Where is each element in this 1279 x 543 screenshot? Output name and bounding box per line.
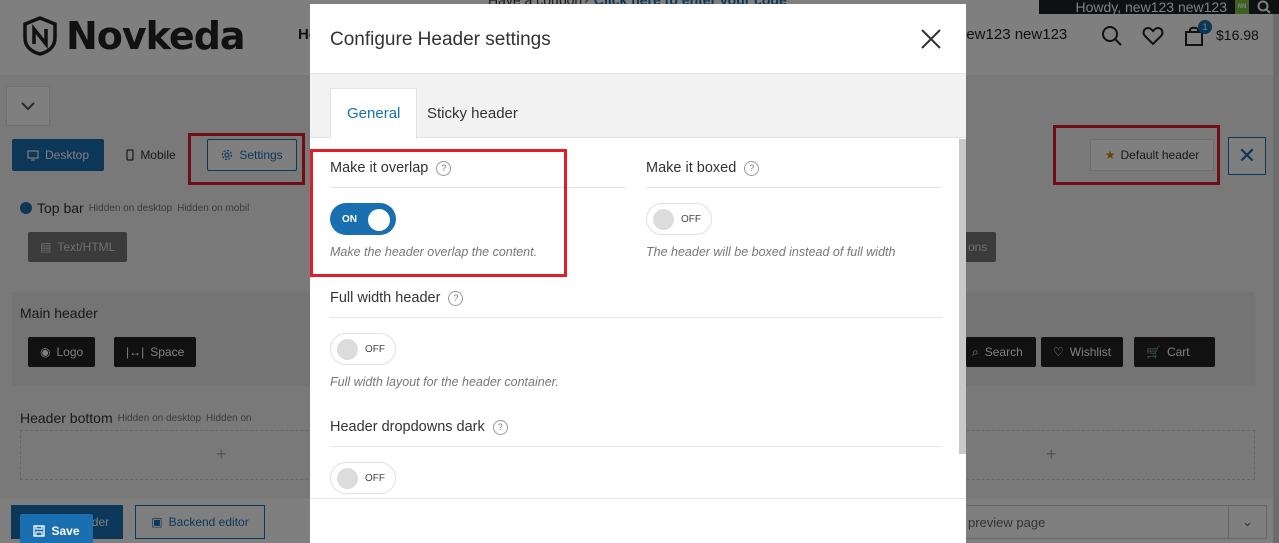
divider	[330, 317, 942, 318]
toggle-state-label: OFF	[365, 343, 385, 355]
save-label: Save	[51, 524, 80, 538]
toggle-knob	[337, 339, 358, 360]
modal-title: Configure Header settings	[330, 29, 551, 50]
toggle-state-label: OFF	[365, 472, 385, 484]
dropdowns-dark-toggle[interactable]: OFF	[330, 462, 396, 494]
dropdowns-dark-title: Header dropdowns dark	[330, 419, 485, 435]
toggle-knob	[337, 468, 358, 489]
boxed-toggle[interactable]: OFF	[646, 203, 712, 235]
toggle-state-label: OFF	[681, 213, 701, 225]
help-icon[interactable]: ?	[448, 290, 464, 306]
setting-title: Full width header ?	[330, 284, 942, 312]
boxed-description: The header will be boxed instead of full…	[646, 245, 896, 259]
setting-make-it-boxed: Make it boxed ? OFF The header will be b…	[646, 154, 942, 259]
boxed-title: Make it boxed	[646, 160, 737, 176]
divider	[330, 446, 942, 447]
full-width-title: Full width header	[330, 290, 441, 306]
setting-header-dropdowns-dark: Header dropdowns dark ? OFF	[330, 413, 942, 494]
full-width-description: Full width layout for the header contain…	[330, 375, 559, 389]
settings-tabs: General Sticky header	[310, 74, 966, 139]
tab-general[interactable]: General	[330, 88, 418, 139]
save-button[interactable]: Save	[20, 514, 93, 543]
setting-full-width-header: Full width header ? OFF Full width layou…	[330, 284, 942, 389]
help-icon[interactable]: ?	[744, 160, 760, 176]
modal-scrollbar[interactable]	[959, 139, 966, 454]
tab-sticky-header[interactable]: Sticky header	[411, 88, 534, 138]
modal-footer	[310, 498, 966, 543]
full-width-toggle[interactable]: OFF	[330, 333, 396, 365]
modal-header: Configure Header settings	[310, 4, 966, 74]
divider	[646, 187, 942, 188]
toggle-knob	[653, 209, 674, 230]
close-icon[interactable]	[916, 24, 946, 54]
floppy-disk-icon	[33, 525, 46, 537]
help-icon[interactable]: ?	[492, 419, 508, 435]
overlap-highlight-box	[310, 149, 567, 277]
setting-title: Header dropdowns dark ?	[330, 413, 942, 441]
setting-title: Make it boxed ?	[646, 154, 942, 182]
